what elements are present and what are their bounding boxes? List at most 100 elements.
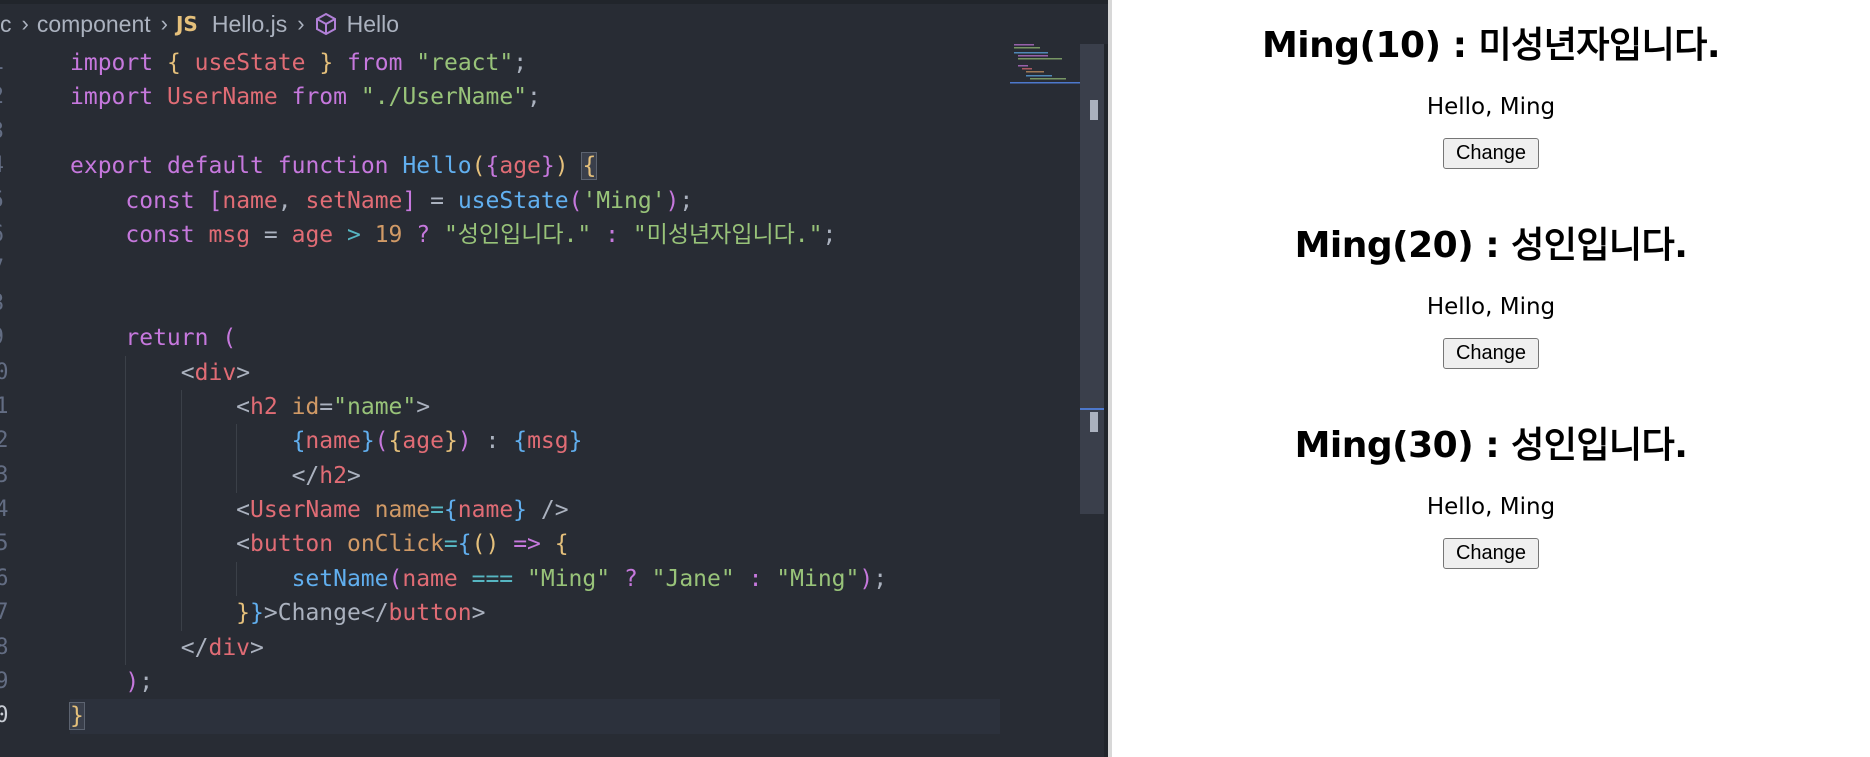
code-line-5[interactable]: const [name, setName] = useState('Ming')… [70, 184, 1000, 218]
line-number: 8 [0, 287, 30, 321]
code-token: onClick [346, 531, 444, 558]
code-token: ; [873, 565, 888, 592]
code-line-9[interactable]: return ( [70, 321, 1000, 355]
chevron-right-icon: › [21, 11, 29, 36]
code-token: < [180, 359, 195, 386]
line-number: 1 [0, 46, 30, 80]
code-token: , [277, 187, 292, 214]
line-number: 4 [0, 149, 30, 183]
code-token: export [70, 153, 154, 180]
breadcrumb-folder-fragment[interactable]: c [0, 11, 12, 38]
line-number: 20 [0, 703, 9, 729]
cube-symbol-icon [313, 11, 339, 37]
code-token: { [291, 428, 306, 455]
code-line-3[interactable] [70, 115, 1000, 149]
code-line-12[interactable]: {name}({age}) : {msg} [70, 424, 1000, 459]
code-line-10[interactable]: <div> [70, 355, 1000, 390]
code-token: ( [471, 153, 486, 180]
line-number: 13 [0, 462, 9, 488]
code-token: age [402, 428, 444, 455]
username-greeting: Hello, Ming [1426, 94, 1556, 120]
minimap[interactable] [1010, 40, 1080, 84]
code-token: from [291, 84, 347, 111]
change-button[interactable]: Change [1442, 338, 1540, 369]
code-token: "react" [416, 50, 514, 76]
code-token: } [540, 153, 555, 180]
code-line-7[interactable] [70, 252, 1000, 286]
code-line-6[interactable]: const msg = age > 19 ? "성인입니다." : "미성년자입… [70, 218, 1000, 252]
code-token: ( [568, 187, 583, 214]
code-token: "미성년자입니다." [632, 221, 823, 248]
code-line-19[interactable]: ); [70, 665, 1000, 699]
code-token: </ [360, 600, 389, 627]
breadcrumb-symbol[interactable]: Hello [347, 11, 399, 38]
code-token: setName [305, 187, 403, 214]
code-area[interactable]: import { useState } from "react"; import… [69, 46, 1000, 734]
code-token: { [513, 428, 528, 455]
code-line-8[interactable] [70, 287, 1000, 321]
code-token: > [236, 359, 251, 386]
code-token: age [291, 221, 334, 248]
code-token: } [568, 428, 583, 455]
code-line-2[interactable]: import UserName from "./UserName"; [70, 80, 1000, 114]
code-token: < [236, 497, 251, 524]
code-token: => [499, 531, 555, 558]
code-token: = [250, 221, 292, 248]
breadcrumb-file[interactable]: Hello.js [212, 11, 287, 38]
line-number: 16 [0, 565, 9, 591]
code-line-17[interactable]: }}>Change</button> [70, 596, 1000, 631]
code-token: ( [222, 325, 237, 352]
code-token: name [222, 187, 278, 214]
code-line-15[interactable]: <button onClick={() => { [70, 527, 1000, 562]
code-token: 19 [374, 221, 403, 248]
code-editor[interactable]: c › component › JS Hello.js › Hello 1234… [0, 0, 1108, 757]
code-line-16[interactable]: setName(name === "Ming" ? "Jane" : "Ming… [70, 561, 1000, 597]
code-token: { [457, 531, 472, 558]
code-line-11[interactable]: <h2 id="name"> [70, 389, 1000, 425]
code-token: /> [527, 497, 569, 524]
code-token: } [250, 600, 264, 627]
code-token: } [69, 702, 85, 731]
code-token: </ [291, 462, 320, 489]
code-token: Hello [402, 153, 472, 180]
code-token: name [305, 428, 361, 455]
code-token: { [443, 497, 458, 524]
code-token: > [471, 600, 486, 627]
code-token: { [581, 152, 598, 181]
line-number: 7 [0, 252, 30, 286]
code-token: ? [402, 221, 444, 248]
code-line-4[interactable]: export default function Hello({age}) { [70, 149, 1000, 183]
code-token: } [513, 497, 528, 524]
code-token: setName [291, 565, 389, 592]
code-line-1[interactable]: import { useState } from "react"; [70, 46, 1000, 80]
code-line-13[interactable]: </h2> [70, 458, 1000, 494]
code-line-18[interactable]: </div> [70, 630, 1000, 666]
breadcrumb-folder[interactable]: component [37, 11, 151, 38]
code-token: </ [180, 634, 209, 661]
code-token: h2 [250, 393, 278, 420]
age-heading: Ming(20) : 성인입니다. [1294, 225, 1688, 266]
code-token: ? [610, 565, 652, 592]
line-number: 11 [0, 393, 9, 419]
hello-component: Ming(10) : 미성년자입니다. Hello, Ming Change [1112, 24, 1870, 169]
code-token: function [277, 153, 389, 180]
change-button[interactable]: Change [1442, 138, 1540, 169]
code-token: name [457, 497, 514, 524]
code-token: "name" [333, 393, 417, 420]
code-token: "Ming" [527, 565, 611, 592]
code-token: import [70, 84, 154, 111]
change-button[interactable]: Change [1442, 538, 1540, 569]
line-number: 17 [0, 600, 9, 626]
code-line-14[interactable]: <UserName name={name} /> [70, 493, 1000, 528]
hello-component: Ming(20) : 성인입니다. Hello, Ming Change [1112, 224, 1870, 369]
code-token: const [125, 187, 195, 214]
line-number: 15 [0, 531, 9, 557]
code-token: ) [457, 428, 472, 455]
code-line-20[interactable]: } [69, 699, 1000, 734]
code-token: "Ming" [776, 565, 860, 592]
